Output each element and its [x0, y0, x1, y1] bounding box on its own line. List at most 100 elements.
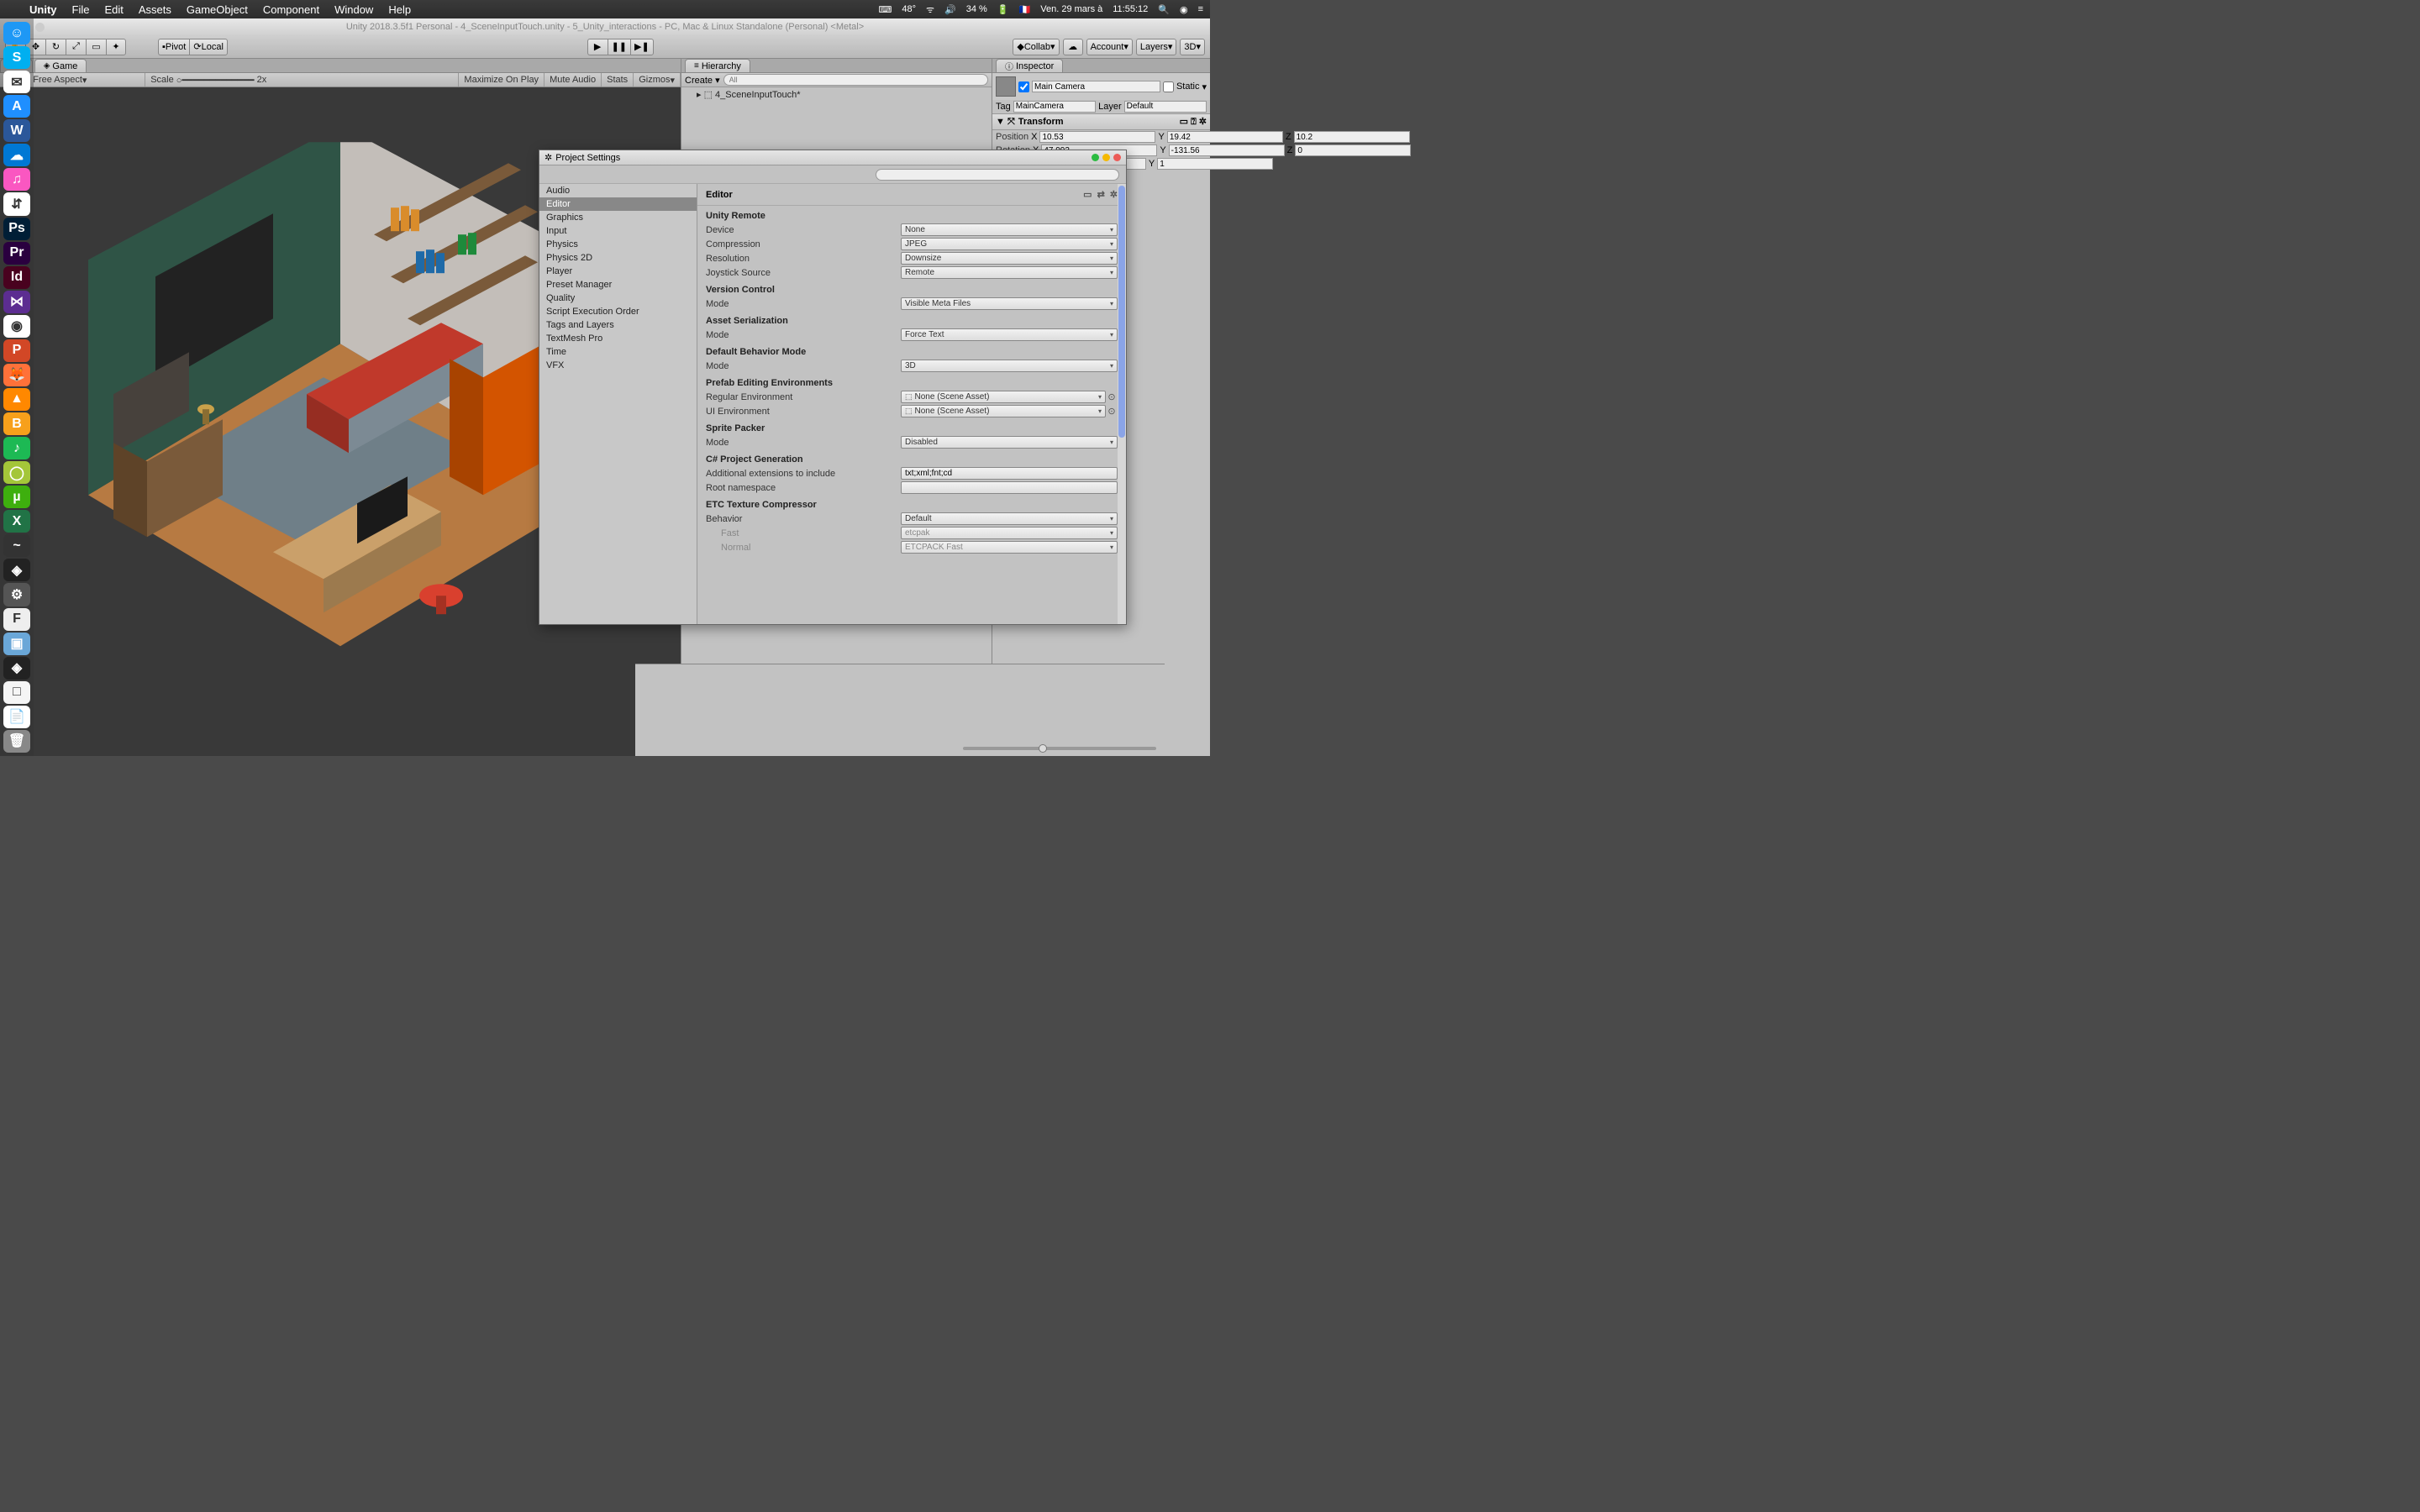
spotlight-icon[interactable]: 🔍 [1158, 4, 1170, 15]
dock-app-icon[interactable]: ◈ [3, 559, 30, 581]
dock-app-icon[interactable]: ⚙ [3, 583, 30, 606]
pause-button[interactable]: ❚❚ [608, 39, 630, 55]
dock-app-icon[interactable]: 🗑 [3, 730, 30, 753]
sp-mode-dropdown[interactable]: Disabled [901, 436, 1118, 449]
maximize-toggle[interactable]: Maximize On Play [459, 73, 544, 87]
pos-x[interactable] [1039, 131, 1155, 143]
menu-file[interactable]: File [65, 3, 97, 16]
dock-app-icon[interactable]: ◈ [3, 657, 30, 680]
dock-app-icon[interactable]: X [3, 510, 30, 533]
vc-mode-dropdown[interactable]: Visible Meta Files [901, 297, 1118, 310]
dock-app-icon[interactable]: ▣ [3, 633, 30, 655]
dock-app-icon[interactable]: P [3, 339, 30, 362]
hierarchy-search[interactable] [723, 74, 988, 86]
project-settings-titlebar[interactable]: ✲ Project Settings [539, 150, 1126, 165]
project-settings-search[interactable] [876, 169, 1119, 181]
game-tab[interactable]: ◈ Game [34, 59, 87, 72]
scale-slider[interactable]: Scale ○━━━━━━━━━━━━━ 2x [145, 73, 459, 87]
menu-component[interactable]: Component [255, 3, 327, 16]
settings-menu-icon[interactable]: ✲ [1110, 189, 1118, 200]
dock-app-icon[interactable]: Pr [3, 242, 30, 265]
menu-edit[interactable]: Edit [97, 3, 130, 16]
dock-app-icon[interactable]: F [3, 608, 30, 631]
dock-app-icon[interactable]: ♪ [3, 437, 30, 459]
settings-category-script-execution-order[interactable]: Script Execution Order [539, 305, 697, 318]
dock-app-icon[interactable]: ⋈ [3, 291, 30, 313]
etc-behavior-dropdown[interactable]: Default [901, 512, 1118, 525]
preset-icon[interactable]: ⇄ [1097, 189, 1105, 200]
layers-dropdown[interactable]: Layers ▾ [1136, 39, 1177, 55]
gizmos-dropdown[interactable]: Gizmos ▾ [634, 73, 681, 87]
settings-category-physics[interactable]: Physics [539, 238, 697, 251]
inspector-tab[interactable]: ⓘ Inspector [996, 59, 1063, 72]
wifi-icon[interactable]: ᯤ [926, 3, 934, 16]
settings-category-tags-and-layers[interactable]: Tags and Layers [539, 318, 697, 332]
project-settings-scrollbar[interactable] [1118, 184, 1126, 624]
dock-app-icon[interactable]: B [3, 412, 30, 435]
settings-category-quality[interactable]: Quality [539, 291, 697, 305]
play-button[interactable]: ▶ [587, 39, 608, 55]
rot-y[interactable] [1169, 144, 1285, 156]
joystick-dropdown[interactable]: Remote [901, 266, 1118, 279]
ui-env-field[interactable]: None (Scene Asset) [901, 405, 1106, 417]
dock-app-icon[interactable]: 📄 [3, 706, 30, 728]
dock-app-icon[interactable]: A [3, 95, 30, 118]
dock-app-icon[interactable]: S [3, 46, 30, 69]
project-zoom-slider[interactable] [963, 744, 1156, 753]
dock-app-icon[interactable]: µ [3, 486, 30, 508]
dock-app-icon[interactable]: ▲ [3, 388, 30, 411]
tag-dropdown[interactable]: MainCamera [1013, 101, 1096, 113]
account-dropdown[interactable]: Account ▾ [1086, 39, 1133, 55]
db-mode-dropdown[interactable]: 3D [901, 360, 1118, 372]
settings-category-player[interactable]: Player [539, 265, 697, 278]
as-mode-dropdown[interactable]: Force Text [901, 328, 1118, 341]
dock-app-icon[interactable]: ◉ [3, 315, 30, 338]
rot-z[interactable] [1295, 144, 1411, 156]
regular-env-field[interactable]: None (Scene Asset) [901, 391, 1106, 403]
help-icon[interactable]: ▭ [1083, 189, 1092, 200]
menu-help[interactable]: Help [381, 3, 418, 16]
compression-dropdown[interactable]: JPEG [901, 238, 1118, 250]
dock-app-icon[interactable]: ✉ [3, 71, 30, 93]
settings-category-audio[interactable]: Audio [539, 184, 697, 197]
collab-dropdown[interactable]: ◆ Collab ▾ [1013, 39, 1059, 55]
regular-env-picker[interactable]: ⊙ [1106, 391, 1118, 402]
settings-category-input[interactable]: Input [539, 224, 697, 238]
etc-normal-dropdown[interactable]: ETCPACK Fast [901, 541, 1118, 554]
settings-category-editor[interactable]: Editor [539, 197, 697, 211]
scale-tool[interactable]: ⤢ [66, 39, 86, 55]
rect-tool[interactable]: ▭ [86, 39, 106, 55]
dock-app-icon[interactable]: W [3, 119, 30, 142]
pivot-toggle[interactable]: ▪ Pivot [158, 39, 189, 55]
dock-app-icon[interactable]: ◯ [3, 461, 30, 484]
dock-app-icon[interactable]: Id [3, 266, 30, 289]
device-dropdown[interactable]: None [901, 223, 1118, 236]
layout-dropdown[interactable]: 3D ▾ [1180, 39, 1205, 55]
dock-app-icon[interactable]: Ps [3, 218, 30, 240]
ui-env-picker[interactable]: ⊙ [1106, 406, 1118, 417]
menu-window[interactable]: Window [327, 3, 381, 16]
step-button[interactable]: ▶❚ [630, 39, 654, 55]
local-toggle[interactable]: ⟳ Local [189, 39, 228, 55]
settings-category-textmesh-pro[interactable]: TextMesh Pro [539, 332, 697, 345]
volume-icon[interactable]: 🔊 [944, 4, 956, 15]
hierarchy-tab[interactable]: ≡ Hierarchy [685, 59, 750, 72]
rotate-tool[interactable]: ↻ [45, 39, 66, 55]
transform-header[interactable]: ▼ ⤧ Transform▭ ⍰ ✲ [992, 113, 1210, 130]
settings-category-physics-2d[interactable]: Physics 2D [539, 251, 697, 265]
cloud-button[interactable]: ☁ [1063, 39, 1083, 55]
dock-app-icon[interactable]: □ [3, 681, 30, 704]
mute-toggle[interactable]: Mute Audio [544, 73, 602, 87]
dock-app-icon[interactable]: ♫ [3, 168, 30, 191]
pos-z[interactable] [1294, 131, 1410, 143]
ext-input[interactable] [901, 467, 1118, 480]
settings-category-graphics[interactable]: Graphics [539, 211, 697, 224]
settings-category-time[interactable]: Time [539, 345, 697, 359]
scl-y[interactable] [1157, 158, 1273, 170]
gameobject-active-checkbox[interactable] [1018, 81, 1029, 92]
input-flag[interactable]: 🇫🇷 [1019, 4, 1031, 15]
static-checkbox[interactable] [1163, 81, 1174, 92]
stats-toggle[interactable]: Stats [602, 73, 634, 87]
siri-icon[interactable]: ◉ [1180, 4, 1188, 15]
battery-icon[interactable]: 🔋 [997, 4, 1009, 15]
